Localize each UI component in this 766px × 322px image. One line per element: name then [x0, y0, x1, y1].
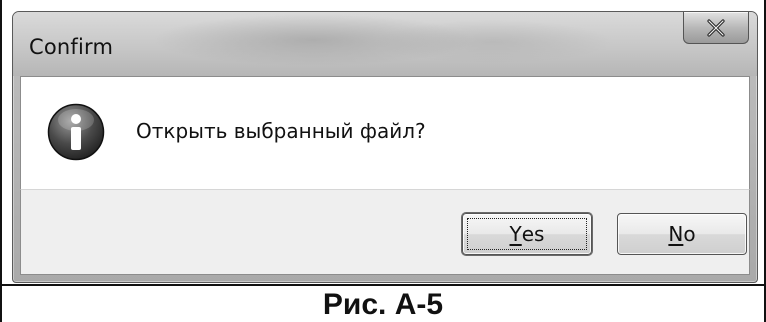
no-button[interactable]: No: [617, 213, 747, 255]
title-bar[interactable]: Confirm: [13, 12, 757, 76]
window-title: Confirm: [29, 35, 114, 59]
figure-page: Confirm Открыть выбранный файл? Y es N o…: [0, 0, 766, 322]
confirm-message: Открыть выбранный файл?: [136, 119, 426, 143]
figure-caption: Рис. А-5: [2, 284, 764, 322]
yes-label-rest: es: [521, 222, 545, 246]
close-icon: [707, 18, 725, 37]
button-bar: Yes No: [20, 189, 750, 275]
yes-accelerator: Y: [509, 222, 522, 246]
info-icon: [47, 103, 105, 161]
no-label-rest: o: [683, 222, 696, 246]
confirm-dialog: Confirm Открыть выбранный файл? Y es N o: [12, 11, 758, 283]
close-button[interactable]: [683, 12, 749, 44]
message-area: Открыть выбранный файл?: [20, 76, 750, 189]
no-accelerator: N: [668, 222, 684, 246]
yes-button[interactable]: Yes: [462, 213, 592, 255]
